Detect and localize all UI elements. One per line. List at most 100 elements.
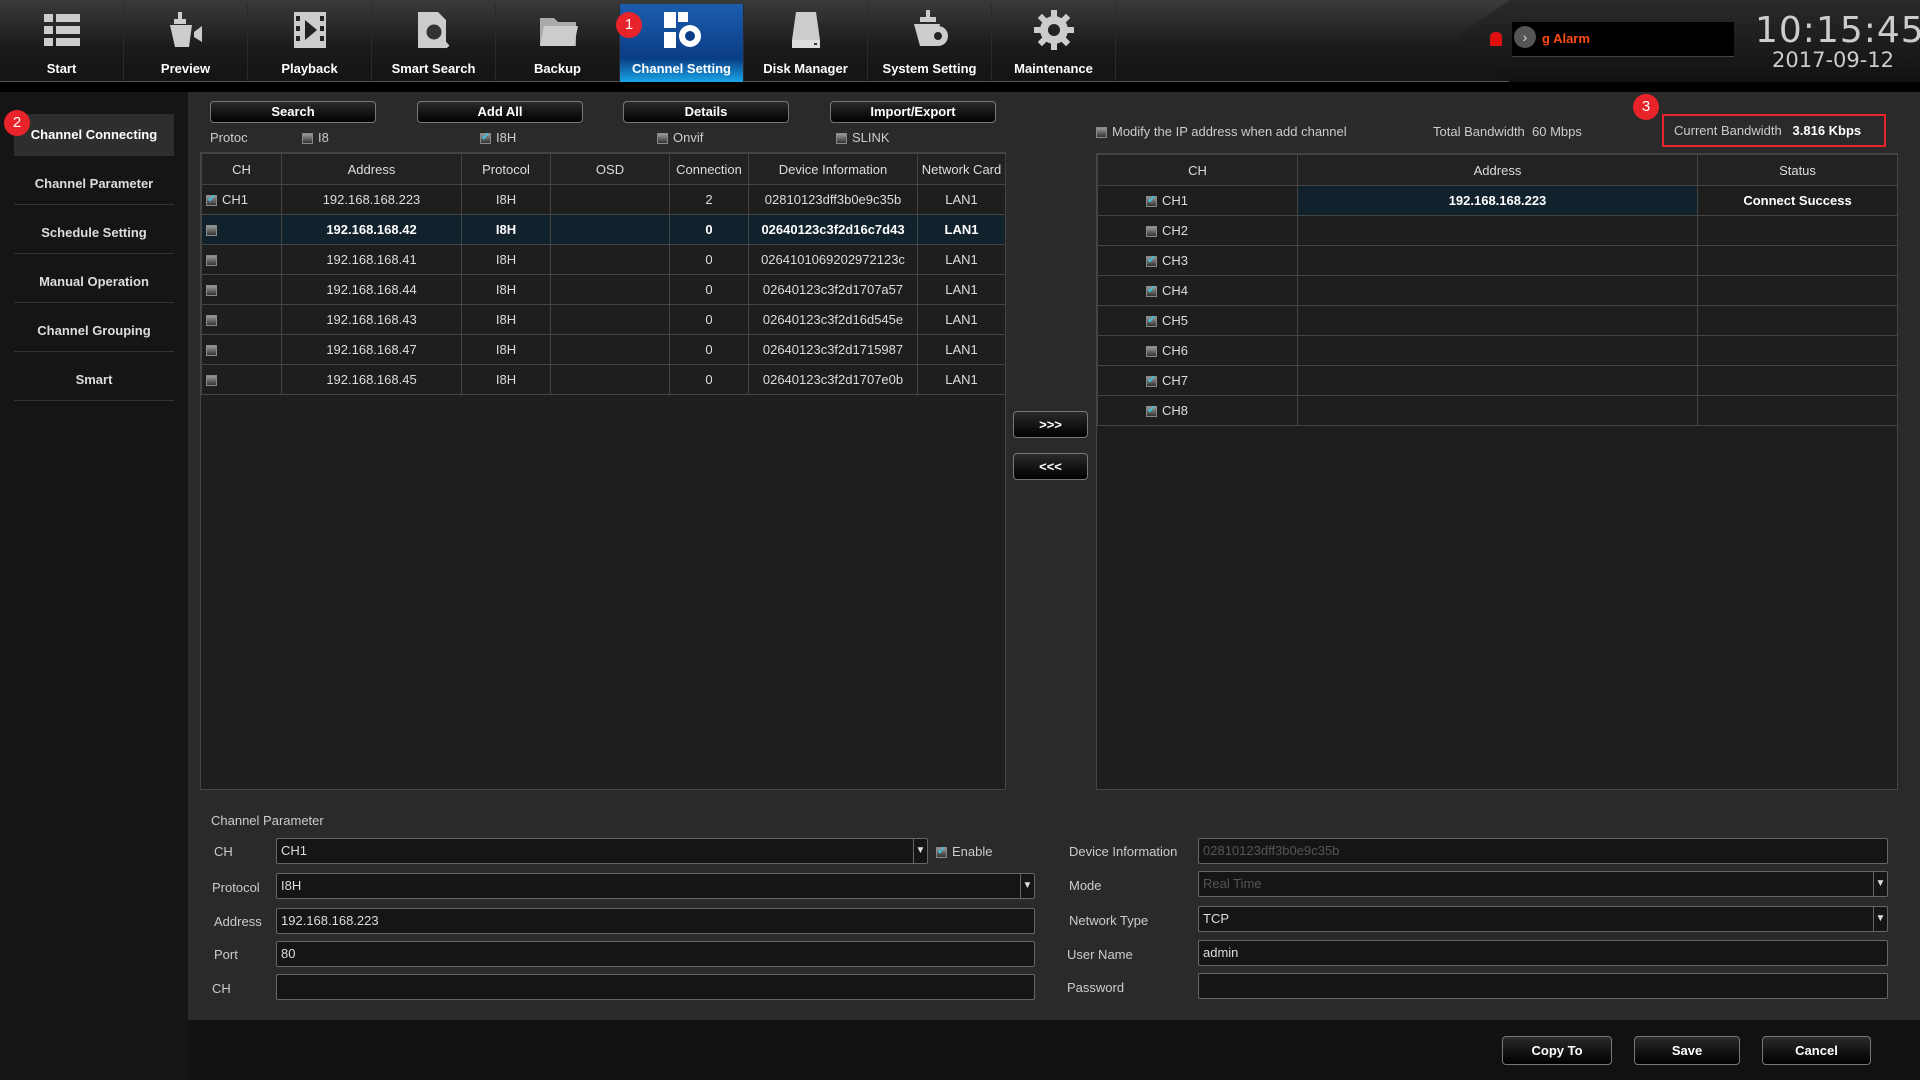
row-checkbox-cell[interactable]: CH6: [1097, 335, 1298, 366]
checkbox-icon[interactable]: [206, 255, 217, 267]
checkbox-icon[interactable]: [206, 315, 217, 327]
checkbox-icon[interactable]: [1146, 313, 1157, 328]
ch2-label: CH: [212, 981, 231, 996]
copy-to-button[interactable]: Copy To: [1502, 1036, 1612, 1065]
row-checkbox-cell[interactable]: CH1: [1097, 185, 1298, 216]
checkbox-icon[interactable]: [1146, 346, 1157, 358]
checkbox-icon[interactable]: [206, 225, 217, 237]
sidebar-item-schedule-setting[interactable]: Schedule Setting: [14, 212, 174, 254]
device-info-input[interactable]: 02810123dff3b0e9c35b: [1198, 838, 1888, 864]
nav-start[interactable]: Start: [0, 4, 124, 82]
alarm-ticker[interactable]: › g Alarm: [1490, 22, 1734, 57]
row-checkbox-cell[interactable]: CH5: [1097, 305, 1298, 336]
nav-smart-search[interactable]: Smart Search: [372, 4, 496, 82]
row-checkbox-cell[interactable]: CH7: [1097, 365, 1298, 396]
checkbox-icon[interactable]: [1146, 403, 1157, 418]
protocol-filter-i8h[interactable]: I8H: [480, 130, 516, 145]
sidebar-item-channel-connecting[interactable]: Channel Connecting: [14, 114, 174, 156]
row-checkbox-cell[interactable]: [201, 244, 282, 275]
nav-disk-manager[interactable]: Disk Manager: [744, 4, 868, 82]
sidebar-item-manual-operation[interactable]: Manual Operation: [14, 261, 174, 303]
table-row[interactable]: CH3: [1097, 245, 1898, 276]
row-checkbox-cell[interactable]: CH3: [1097, 245, 1298, 276]
row-checkbox-cell[interactable]: [201, 304, 282, 335]
row-checkbox-cell[interactable]: CH8: [1097, 395, 1298, 426]
column-header[interactable]: CH: [1097, 154, 1298, 186]
row-checkbox-cell[interactable]: [201, 334, 282, 365]
table-row[interactable]: 192.168.168.43 I8H 0 02640123c3f2d16d545e LA…: [201, 304, 1006, 335]
ch-select[interactable]: CH1 ▼: [276, 838, 928, 864]
remove-channel-button[interactable]: <<<: [1013, 453, 1088, 480]
cell-network-card: LAN1: [917, 274, 1006, 305]
table-row[interactable]: 192.168.168.42 I8H 0 02640123c3f2d16c7d43 LA…: [201, 214, 1006, 245]
sidebar-item-smart[interactable]: Smart: [14, 359, 174, 401]
row-checkbox-cell[interactable]: CH4: [1097, 275, 1298, 306]
row-checkbox-cell[interactable]: CH2: [1097, 215, 1298, 246]
table-row[interactable]: CH2: [1097, 215, 1898, 246]
column-header[interactable]: Address: [281, 153, 462, 185]
table-row[interactable]: CH1 192.168.168.223I8H 202810123dff3b0e9c3…: [201, 184, 1006, 215]
protocol-select[interactable]: I8H ▼: [276, 873, 1035, 899]
checkbox-icon[interactable]: [1146, 253, 1157, 268]
row-checkbox-cell[interactable]: [201, 364, 282, 395]
cancel-button[interactable]: Cancel: [1762, 1036, 1871, 1065]
row-checkbox-cell[interactable]: [201, 274, 282, 305]
table-row[interactable]: CH7: [1097, 365, 1898, 396]
table-row[interactable]: 192.168.168.44 I8H 0 02640123c3f2d1707a57 LA…: [201, 274, 1006, 305]
row-checkbox-cell[interactable]: [201, 214, 282, 245]
checkbox-icon[interactable]: [1146, 226, 1157, 238]
add-all-button[interactable]: Add All: [417, 101, 583, 123]
enable-checkbox[interactable]: Enable: [936, 844, 992, 859]
protocol-filter-i8[interactable]: I8: [302, 130, 329, 145]
nav-playback[interactable]: Playback: [248, 4, 372, 82]
checkbox-icon[interactable]: [1146, 193, 1157, 208]
import-export-button[interactable]: Import/Export: [830, 101, 996, 123]
column-header[interactable]: OSD: [550, 153, 670, 185]
table-row[interactable]: 192.168.168.45 I8H 0 02640123c3f2d1707e0b LA…: [201, 364, 1006, 395]
nav-maintenance[interactable]: Maintenance: [992, 4, 1116, 82]
table-row[interactable]: CH1 192.168.168.223Connect Success: [1097, 185, 1898, 216]
save-button[interactable]: Save: [1634, 1036, 1740, 1065]
add-channel-button[interactable]: >>>: [1013, 411, 1088, 438]
details-button[interactable]: Details: [623, 101, 789, 123]
column-header[interactable]: Protocol: [461, 153, 551, 185]
table-row[interactable]: CH6: [1097, 335, 1898, 366]
nav-system-setting[interactable]: System Setting: [868, 4, 992, 82]
nav-preview[interactable]: Preview: [124, 4, 248, 82]
checkbox-icon[interactable]: [206, 285, 217, 297]
search-button[interactable]: Search: [210, 101, 376, 123]
cell-address: [1297, 215, 1698, 246]
user-name-input[interactable]: admin: [1198, 940, 1888, 966]
table-row[interactable]: CH8: [1097, 395, 1898, 426]
column-header[interactable]: Status: [1697, 154, 1898, 186]
checkbox-icon[interactable]: [206, 375, 217, 387]
protocol-filter-slink[interactable]: SLINK: [836, 130, 890, 145]
sidebar-item-channel-parameter[interactable]: Channel Parameter: [14, 163, 174, 205]
column-header[interactable]: Address: [1297, 154, 1698, 186]
password-input[interactable]: [1198, 973, 1888, 999]
chevron-right-icon[interactable]: ›: [1514, 26, 1536, 48]
mode-select[interactable]: Real Time ▼: [1198, 871, 1888, 897]
cell-network-card: LAN1: [917, 364, 1006, 395]
table-row[interactable]: 192.168.168.41 I8H 0 0264101069202972123c LA…: [201, 244, 1006, 275]
table-row[interactable]: 192.168.168.47 I8H 0 02640123c3f2d1715987 LA…: [201, 334, 1006, 365]
column-header[interactable]: CH: [201, 153, 282, 185]
network-type-select[interactable]: TCP ▼: [1198, 906, 1888, 932]
row-checkbox-cell[interactable]: CH1: [201, 184, 282, 215]
modify-ip-checkbox[interactable]: Modify the IP address when add channel: [1096, 124, 1347, 139]
column-header[interactable]: Connection: [669, 153, 749, 185]
table-row[interactable]: CH4: [1097, 275, 1898, 306]
address-input[interactable]: 192.168.168.223: [276, 908, 1035, 934]
checkbox-icon[interactable]: [1146, 373, 1157, 388]
ch2-input[interactable]: [276, 974, 1035, 1000]
table-row[interactable]: CH5: [1097, 305, 1898, 336]
nav-backup[interactable]: Backup: [496, 4, 620, 82]
column-header[interactable]: Device Information: [748, 153, 918, 185]
column-header[interactable]: Network Card: [917, 153, 1006, 185]
protocol-filter-onvif[interactable]: Onvif: [657, 130, 703, 145]
checkbox-icon[interactable]: [206, 345, 217, 357]
port-input[interactable]: 80: [276, 941, 1035, 967]
sidebar-item-channel-grouping[interactable]: Channel Grouping: [14, 310, 174, 352]
checkbox-icon[interactable]: [206, 192, 217, 207]
checkbox-icon[interactable]: [1146, 283, 1157, 298]
